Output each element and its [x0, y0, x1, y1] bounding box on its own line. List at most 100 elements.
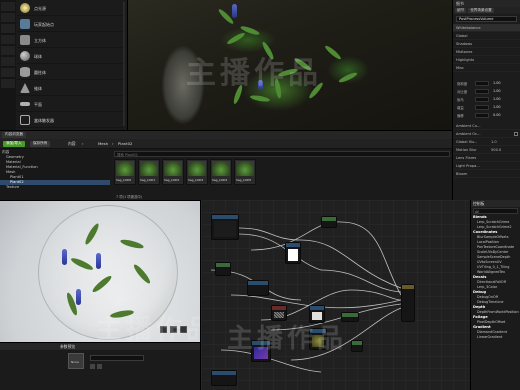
color-swatch[interactable]: [475, 113, 489, 118]
prop-row[interactable]: Lens Flares: [453, 154, 520, 162]
breadcrumb-mesh[interactable]: Mesh: [98, 141, 108, 146]
add-import-button[interactable]: 添加/导入: [3, 141, 25, 147]
place-item-sphere[interactable]: 球体: [17, 48, 123, 64]
material-node[interactable]: [211, 214, 239, 240]
browse-icon[interactable]: [90, 364, 95, 369]
asset-tile[interactable]: Veg_LOD1: [138, 159, 160, 185]
node-header: [402, 285, 414, 289]
place-item-label: 盒体触发器: [34, 118, 54, 123]
place-item-box-trigger[interactable]: 盒体触发器: [17, 112, 123, 128]
color-row-value[interactable]: 1.00: [493, 105, 501, 109]
texture-thumbnail[interactable]: None: [68, 353, 84, 369]
asset-tile[interactable]: Veg_LOD3: [186, 159, 208, 185]
prop-row[interactable]: Global Illu... 1.0: [453, 138, 520, 146]
prop-row[interactable]: Ambient Cu...: [453, 122, 520, 130]
color-swatch[interactable]: [475, 81, 489, 86]
prop-row[interactable]: Misc: [453, 64, 520, 72]
place-item-cone[interactable]: 锥体: [17, 80, 123, 96]
asset-tile[interactable]: Veg_LOD5: [234, 159, 256, 185]
breadcrumb-plant[interactable]: Plant02: [118, 141, 132, 146]
prop-row[interactable]: Global: [453, 32, 520, 40]
prop-value[interactable]: 1.0: [491, 140, 497, 144]
asset-search-input[interactable]: 搜索 Plant02: [114, 151, 450, 157]
asset-label: Veg_LOD1: [140, 178, 156, 182]
palette-panel: 控制板 All Blends Lerp_ScratchGrime Lerp_Sc…: [470, 200, 520, 390]
place-item-cylinder[interactable]: 圆柱体: [17, 64, 123, 80]
category-tab[interactable]: [1, 57, 15, 66]
place-item-player-start[interactable]: 玩家起始点: [17, 16, 123, 32]
breadcrumb-content[interactable]: 内容: [68, 141, 76, 147]
color-row-value[interactable]: 1.00: [493, 97, 501, 101]
material-node[interactable]: [341, 312, 359, 322]
prop-row[interactable]: Whitebalance: [453, 24, 520, 32]
category-tab[interactable]: [1, 46, 15, 55]
category-tab[interactable]: [1, 35, 15, 44]
asset-tile[interactable]: Veg_LOD2: [162, 159, 184, 185]
prop-row-label: Motion Blur: [456, 148, 477, 152]
color-row-value[interactable]: 1.00: [493, 89, 501, 93]
prop-value[interactable]: 500.0: [491, 148, 501, 152]
material-node-graph[interactable]: 主播作品: [200, 200, 470, 390]
material-preview-viewport[interactable]: 主播作品: [0, 200, 200, 342]
palette-search-input[interactable]: All: [473, 208, 518, 214]
category-tab[interactable]: [1, 68, 15, 77]
details-tabs: 细节 世界场景设置: [453, 7, 520, 14]
category-tab[interactable]: [1, 24, 15, 33]
material-node[interactable]: [251, 340, 271, 362]
level-viewport[interactable]: 主播作品: [128, 0, 452, 130]
lupine-flower: [96, 253, 101, 269]
asset-tile[interactable]: Veg_LOD4: [210, 159, 232, 185]
content-browser: 内容浏览器 添加/导入 保存所有 内容 › Mesh › Plant02 内容 …: [0, 130, 452, 201]
preview-mesh-icon[interactable]: [180, 326, 187, 333]
prop-row[interactable]: Midtones: [453, 48, 520, 56]
tab-content-browser[interactable]: 内容浏览器: [2, 132, 26, 138]
prop-row[interactable]: Highlights: [453, 56, 520, 64]
category-tab[interactable]: [1, 79, 15, 88]
color-row-value[interactable]: 1.00: [493, 81, 501, 85]
actor-name-field[interactable]: PostProcessVolume: [456, 16, 517, 22]
category-tab[interactable]: [1, 13, 15, 22]
post-process-settings: Ambient Cu... Ambient Oc... Global Illu.…: [453, 122, 520, 178]
color-swatch[interactable]: [475, 105, 489, 110]
material-node[interactable]: [247, 280, 269, 296]
place-item-cube[interactable]: 立方体: [17, 32, 123, 48]
tab-details[interactable]: 细节: [455, 8, 467, 13]
result-node[interactable]: [401, 284, 415, 322]
material-node[interactable]: [215, 262, 231, 276]
category-tab[interactable]: [1, 2, 15, 11]
material-node[interactable]: [309, 305, 325, 323]
material-node[interactable]: [271, 305, 287, 321]
preview-sphere-icon[interactable]: [160, 326, 167, 333]
color-row-value[interactable]: 0.00: [493, 113, 501, 117]
prop-row[interactable]: Light Propa...: [453, 162, 520, 170]
material-node[interactable]: [309, 328, 327, 350]
prop-row[interactable]: Shadows: [453, 40, 520, 48]
prop-row[interactable]: Motion Blur 500.0: [453, 146, 520, 154]
tree-node[interactable]: Texture: [0, 185, 110, 190]
preview-cube-icon[interactable]: [170, 326, 177, 333]
texture-dropdown[interactable]: [90, 355, 144, 361]
palette-filter-all[interactable]: All: [474, 210, 479, 214]
color-swatch[interactable]: [475, 89, 489, 94]
place-item-point-light[interactable]: 点光源: [17, 0, 123, 16]
node-header: [310, 306, 324, 310]
palette-item[interactable]: LinearGradient: [471, 335, 520, 340]
place-scrollbar[interactable]: [123, 2, 125, 126]
checkbox[interactable]: [514, 132, 518, 136]
material-node[interactable]: [321, 216, 337, 228]
lupine-flower: [258, 80, 263, 90]
color-swatch[interactable]: [475, 97, 489, 102]
place-item-plane[interactable]: 平面: [17, 96, 123, 112]
reset-icon[interactable]: [97, 364, 102, 369]
prop-row[interactable]: Bloom: [453, 170, 520, 178]
save-all-button[interactable]: 保存所有: [30, 141, 51, 147]
tab-world-settings[interactable]: 世界场景设置: [468, 8, 494, 13]
place-actors-panel: 点光源 玩家起始点 立方体 球体 圆柱体 锥体 平面 盒体触发器: [0, 0, 128, 130]
cylinder-icon: [20, 67, 30, 77]
prop-row[interactable]: Ambient Oc...: [453, 130, 520, 138]
material-node[interactable]: [285, 242, 301, 264]
asset-tile[interactable]: Veg_LOD0: [114, 159, 136, 185]
folder-tree: 内容 Geometry Material Material_Function M…: [0, 150, 110, 201]
material-node[interactable]: [211, 370, 237, 386]
material-node[interactable]: [351, 340, 363, 352]
